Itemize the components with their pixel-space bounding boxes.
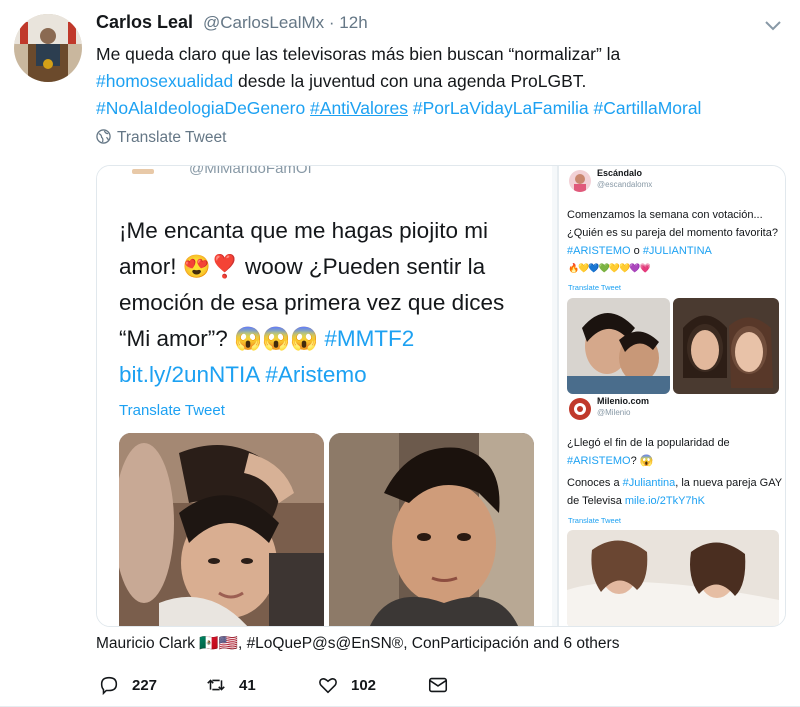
milenio-text: ¿Llegó el fin de la popularidad de #ARIS… xyxy=(567,434,782,470)
envelope-icon xyxy=(428,677,448,693)
escandalo-translate: Translate Tweet xyxy=(568,283,621,292)
hashtag-link: #ARISTEMO xyxy=(567,245,631,257)
photo-two-women-bed xyxy=(567,530,779,626)
cut-avatar-strip xyxy=(132,169,154,174)
tweet-line-2: #homosexualidad desde la juventud con un… xyxy=(96,68,786,95)
photo-juliantina xyxy=(673,298,779,394)
embedded-tweet-text: ¡Me encanta que me hagas piojito mi amor… xyxy=(119,213,529,393)
embedded-text: ¿Llegó el fin de la popularidad de xyxy=(567,437,730,449)
photo-aristemo xyxy=(567,298,670,394)
cut-handle: @MiMaridoFamOf xyxy=(189,165,312,177)
hashtag-link: #JULIANTINA xyxy=(642,245,712,257)
reply-count: 227 xyxy=(132,676,158,694)
milenio-handle: @Milenio xyxy=(597,408,631,417)
photo-couple-embrace xyxy=(119,433,324,626)
hashtag-link[interactable]: #CartillaMoral xyxy=(594,98,702,118)
milenio-name: Milenio.com xyxy=(597,396,650,406)
escandalo-handle: @escandalomx xyxy=(597,180,653,189)
like-count: 102 xyxy=(351,676,377,694)
tweet-time[interactable]: · 12h xyxy=(329,13,368,32)
retweet-icon xyxy=(207,679,225,691)
heart-icon xyxy=(319,678,337,694)
like-button[interactable]: 102 xyxy=(317,673,376,697)
embedded-text: Comenzamos la semana con votación... ¿Qu… xyxy=(567,209,778,239)
hashtag-link: #Juliantina xyxy=(622,477,676,489)
embedded-text: ? 😱 xyxy=(630,455,654,467)
engagement-context[interactable]: Mauricio Clark 🇲🇽🇺🇸, #LoQueP@s@EnSN®, Co… xyxy=(96,634,619,653)
emoji-hearts: 🔥💛💙💚💛💛💜💗 xyxy=(568,263,651,273)
embedded-text: ¡Me encanta que me hagas piojito mi amor… xyxy=(119,218,505,351)
screenshot-right: Escándalo @escandalomx Comenzamos la sem… xyxy=(557,166,785,626)
tweet-media[interactable]: @MiMaridoFamOf ¡Me encanta que me hagas … xyxy=(96,165,786,627)
embedded-url: mile.io/2TkY7hK xyxy=(624,495,705,507)
hashtag-link[interactable]: #PorLaVidayLaFamilia xyxy=(413,98,589,118)
hashtag-link: #Aristemo xyxy=(265,362,367,387)
embedded-url: bit.ly/2unNTIA xyxy=(119,362,260,387)
hashtag-link[interactable]: #homosexualidad xyxy=(96,71,233,91)
hashtag-link: #ARISTEMO xyxy=(567,455,631,467)
escandalo-avatar xyxy=(569,170,591,192)
escandalo-text: Comenzamos la semana con votación... ¿Qu… xyxy=(567,206,782,260)
retweet-count: 41 xyxy=(239,676,256,694)
direct-message-button[interactable] xyxy=(427,673,461,697)
tweet-hashtags: #NoAlaIdeologiaDeGenero #AntiValores #Po… xyxy=(96,95,786,122)
escandalo-name: Escándalo xyxy=(597,168,643,178)
milenio-translate: Translate Tweet xyxy=(568,516,621,525)
milenio-avatar xyxy=(569,398,591,420)
photo-boy-closeup xyxy=(329,433,534,626)
hashtag-link[interactable]: #AntiValores xyxy=(310,98,408,118)
reply-button[interactable]: 227 xyxy=(98,673,157,697)
embedded-text: o xyxy=(630,245,643,257)
hashtag-link: #MMTF2 xyxy=(324,326,415,351)
chevron-down-icon[interactable] xyxy=(764,16,782,34)
tweet-body: Me queda claro que las televisoras más b… xyxy=(96,41,786,122)
screenshot-left: @MiMaridoFamOf ¡Me encanta que me hagas … xyxy=(97,165,552,626)
translate-tweet-label[interactable]: Translate Tweet xyxy=(117,129,226,146)
author-name[interactable]: Carlos Leal xyxy=(96,12,193,33)
retweet-button[interactable]: 41 xyxy=(205,673,256,697)
tweet-line-1: Me queda claro que las televisoras más b… xyxy=(96,44,621,64)
author-avatar[interactable] xyxy=(14,14,82,82)
tweet-text: desde la juventud con una agenda ProLGBT… xyxy=(233,71,587,91)
author-handle-time[interactable]: @CarlosLealMx · 12h xyxy=(203,13,368,33)
translate-tweet-link[interactable]: Translate Tweet xyxy=(96,129,226,147)
author-handle[interactable]: @CarlosLealMx xyxy=(203,13,324,32)
milenio-text-2: Conoces a #Juliantina, la nueva pareja G… xyxy=(567,474,782,510)
reply-icon xyxy=(100,676,118,696)
embedded-translate-link: Translate Tweet xyxy=(119,402,225,419)
embedded-text: Conoces a xyxy=(567,477,623,489)
globe-icon xyxy=(96,129,111,144)
hashtag-link[interactable]: #NoAlaIdeologiaDeGenero xyxy=(96,98,305,118)
